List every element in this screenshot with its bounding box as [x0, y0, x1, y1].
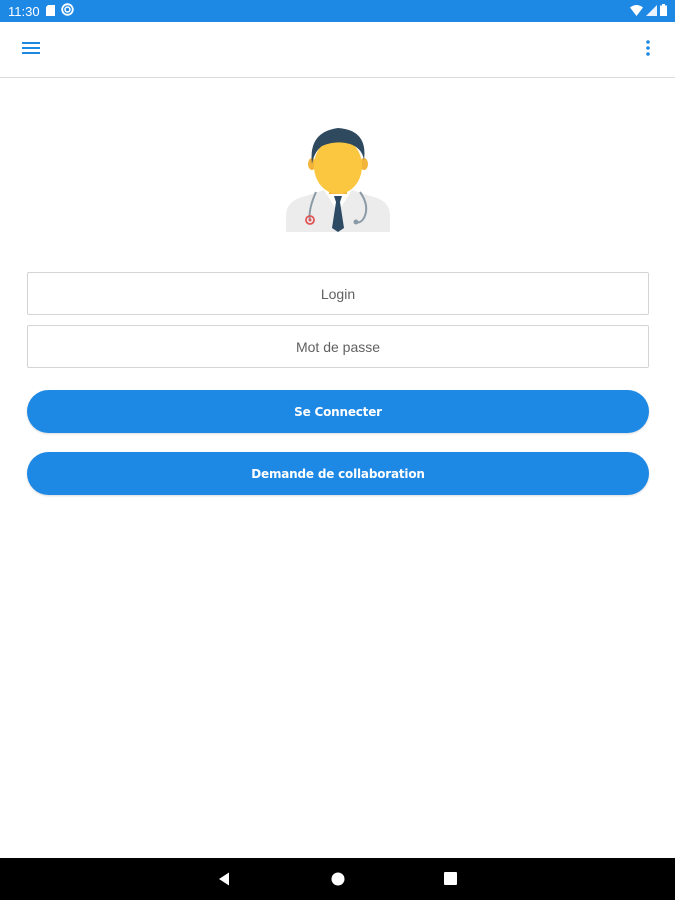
login-field[interactable]	[27, 272, 649, 315]
recents-icon[interactable]	[444, 872, 457, 885]
wifi-icon	[630, 4, 643, 19]
app-toolbar	[0, 22, 675, 78]
sd-card-icon	[45, 4, 55, 19]
status-right	[630, 3, 667, 19]
signal-icon	[646, 4, 657, 19]
collaboration-request-button[interactable]: Demande de collaboration	[27, 452, 649, 495]
home-icon[interactable]	[331, 872, 345, 886]
app-screen: 11:30 Login Se Connecter Demande de coll…	[0, 0, 675, 900]
connect-button[interactable]: Se Connecter	[27, 390, 649, 433]
doctor-avatar	[284, 124, 392, 232]
sync-icon	[60, 3, 74, 19]
status-bar: 11:30	[0, 0, 675, 22]
battery-icon	[660, 3, 667, 19]
system-navigation-bar	[0, 858, 675, 900]
collaboration-button-label: Demande de collaboration	[251, 466, 425, 481]
status-left: 11:30	[8, 3, 74, 19]
back-icon[interactable]	[216, 871, 232, 887]
status-time: 11:30	[8, 3, 40, 19]
password-field[interactable]	[27, 325, 649, 368]
hamburger-menu-icon[interactable]	[22, 41, 42, 59]
connect-button-label: Se Connecter	[294, 404, 382, 419]
more-vert-icon[interactable]	[645, 40, 655, 60]
